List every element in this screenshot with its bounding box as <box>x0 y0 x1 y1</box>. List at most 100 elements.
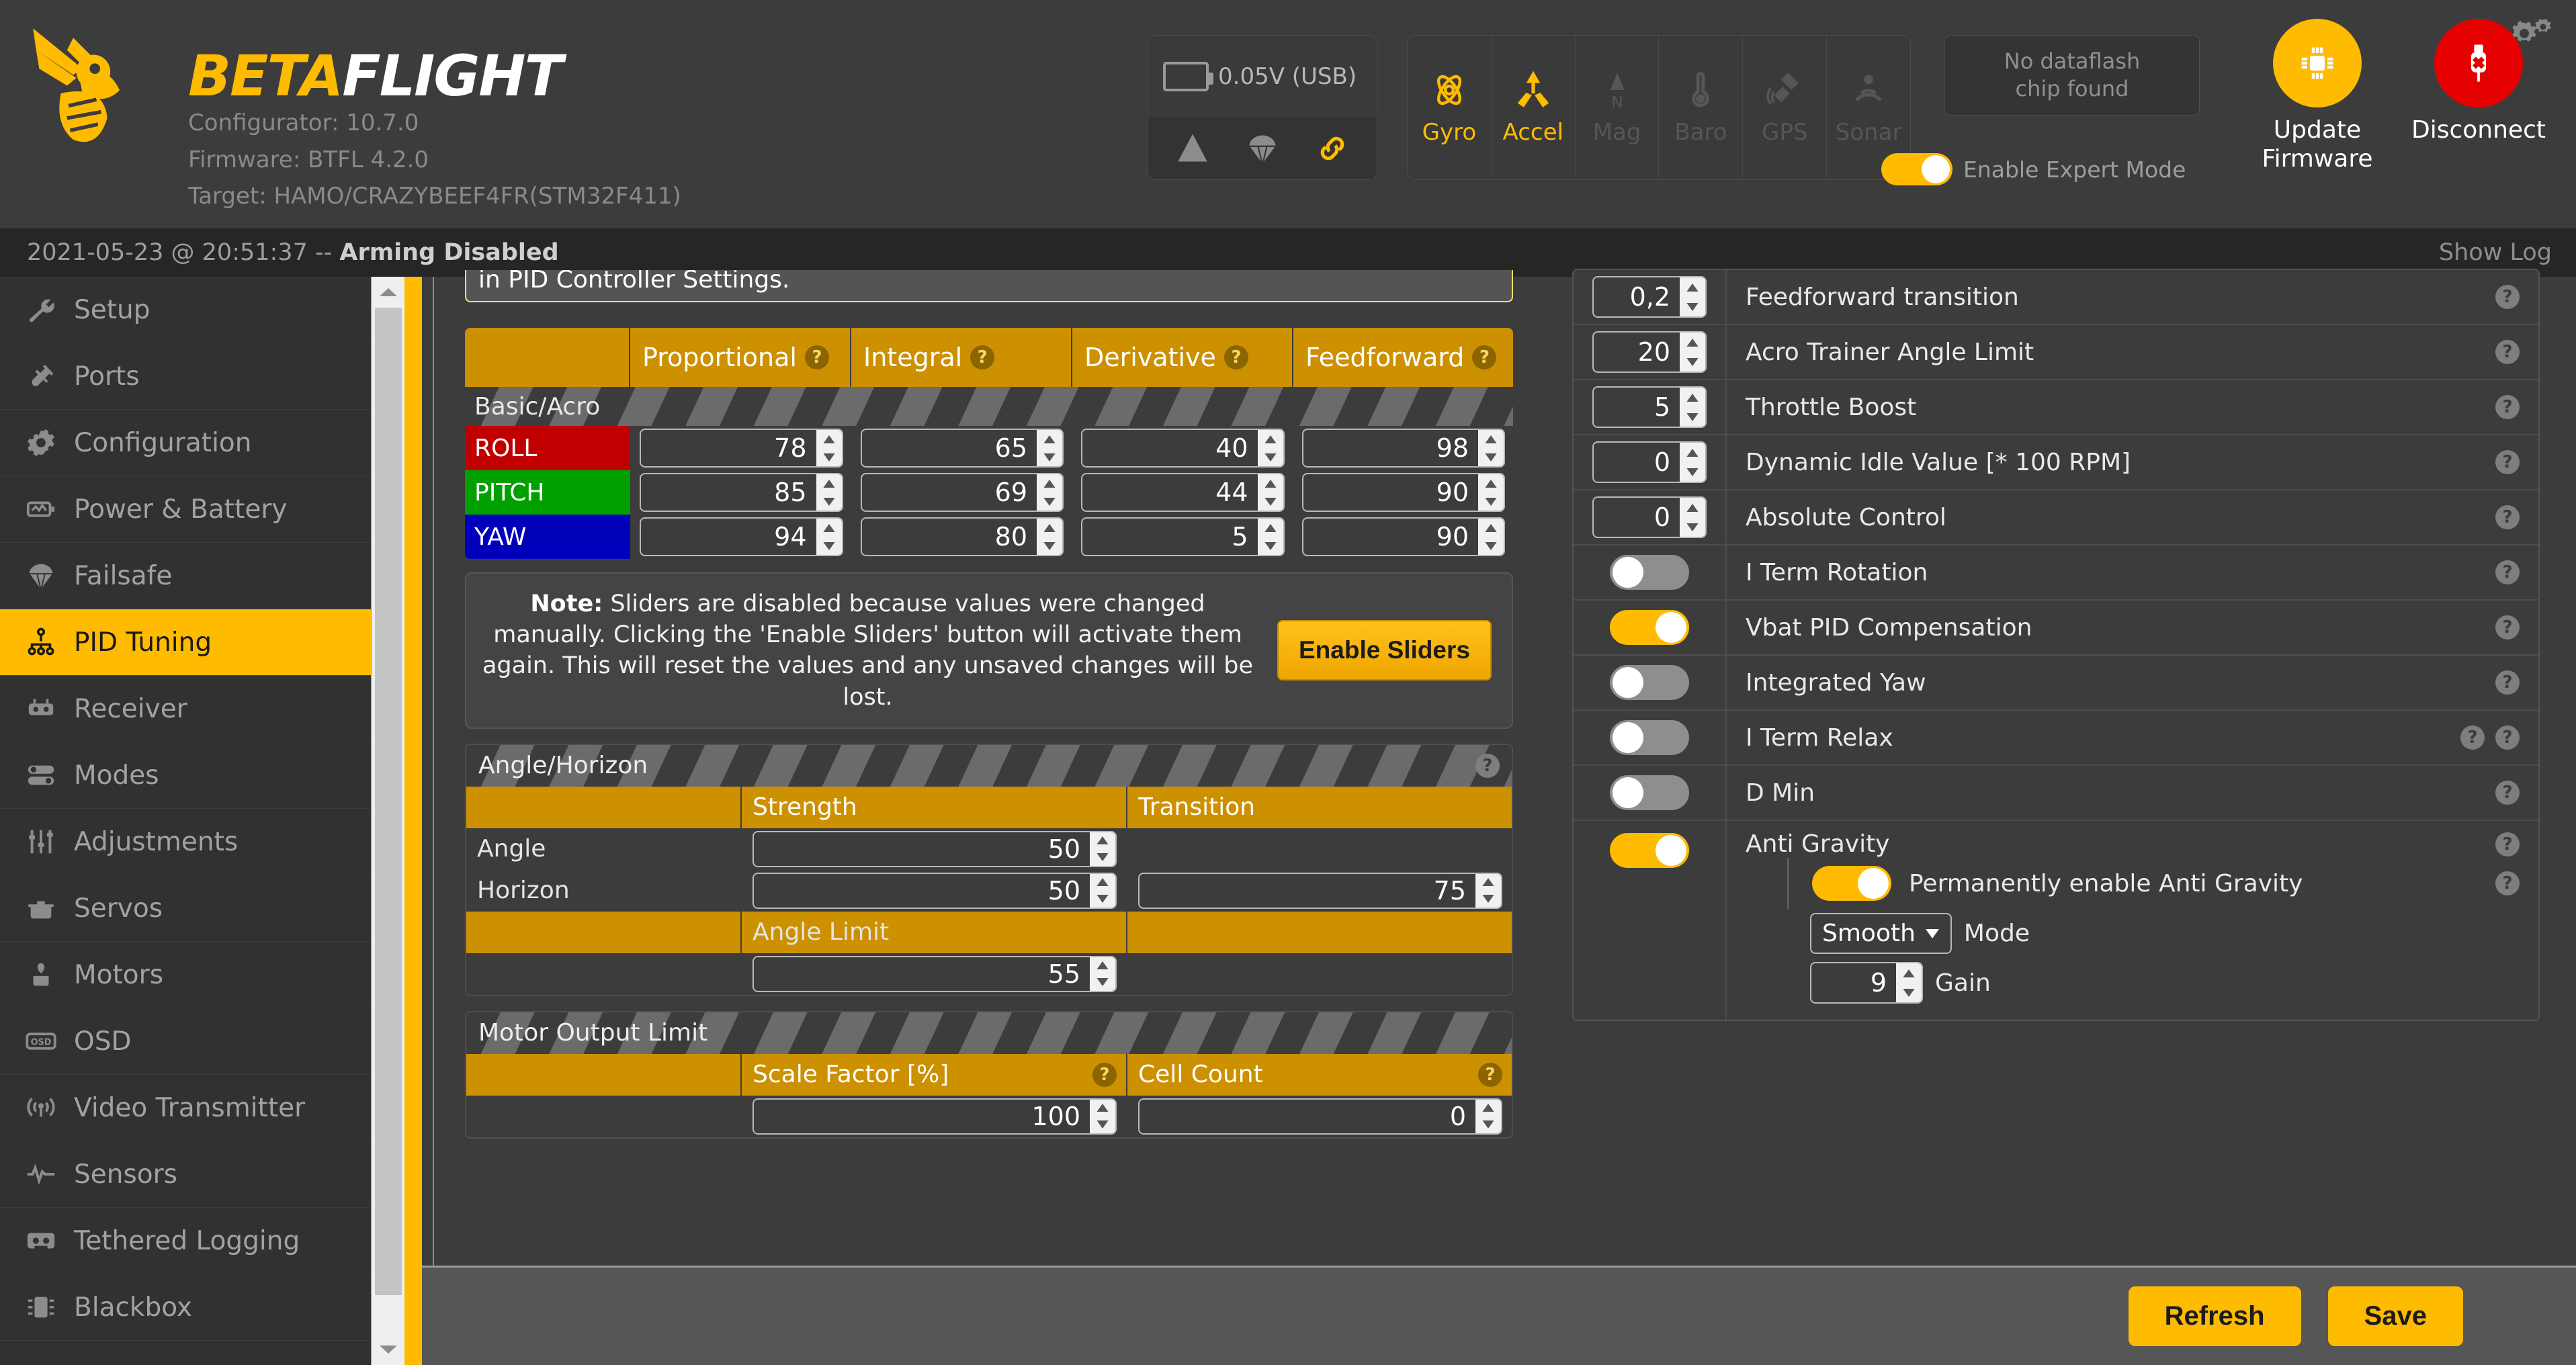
help-icon-vbat-pid-compensation[interactable]: ? <box>2495 615 2520 640</box>
dynamic-idle-value-control[interactable]: 0 <box>1574 435 1727 489</box>
scroll-up-arrow-icon[interactable] <box>372 277 404 308</box>
stepper-up-icon[interactable] <box>816 519 842 537</box>
sidebar-item-receiver[interactable]: Receiver <box>0 676 371 742</box>
update-firmware-button[interactable]: Update Firmware <box>2247 19 2388 173</box>
pid-cell-yaw-ff[interactable]: 90 <box>1293 515 1514 559</box>
stepper-down-icon[interactable] <box>1258 492 1283 511</box>
throttle-boost-control[interactable]: 5 <box>1574 380 1727 434</box>
stepper-up-icon[interactable] <box>1037 519 1062 537</box>
help-icon-scale-factor[interactable]: ? <box>1092 1062 1117 1087</box>
help-icon-feedforward-transition[interactable]: ? <box>2495 285 2520 309</box>
sidebar-item-osd[interactable]: OSD OSD <box>0 1008 371 1075</box>
sidebar-item-tethered-logging[interactable]: Tethered Logging <box>0 1208 371 1274</box>
help-icon-proportional[interactable]: ? <box>804 345 829 369</box>
stepper-up-icon[interactable] <box>1680 333 1705 352</box>
stepper-up-icon[interactable] <box>1258 474 1283 492</box>
scale-factor-cell[interactable]: 100 <box>742 1095 1126 1137</box>
pid-cell-roll-ff[interactable]: 98 <box>1293 426 1514 470</box>
stepper-up-icon[interactable] <box>1090 1100 1115 1116</box>
stepper-up-icon[interactable] <box>1090 874 1115 891</box>
stepper-up-icon[interactable] <box>1475 874 1501 891</box>
help-icon-cell-count[interactable]: ? <box>1478 1062 1502 1087</box>
pid-cell-pitch-ff[interactable]: 90 <box>1293 470 1514 515</box>
stepper-down-icon[interactable] <box>1090 1116 1115 1133</box>
vbat-pid-compensation-control[interactable] <box>1574 601 1727 654</box>
stepper-down-icon[interactable] <box>1680 517 1705 537</box>
stepper-down-icon[interactable] <box>816 492 842 511</box>
content-scroll-track[interactable] <box>422 277 434 1271</box>
anti-gravity-mode-select[interactable]: Smooth <box>1810 913 1952 954</box>
stepper-up-icon[interactable] <box>1478 519 1504 537</box>
stepper-up-icon[interactable] <box>1037 430 1062 448</box>
sidebar-item-ports[interactable]: Ports <box>0 343 371 410</box>
stepper-up-icon[interactable] <box>1090 832 1115 849</box>
horizon-strength-cell[interactable]: 50 <box>742 869 1126 912</box>
pid-cell-yaw-i[interactable]: 80 <box>851 515 1072 559</box>
stepper-down-icon[interactable] <box>1037 537 1062 555</box>
stepper-up-icon[interactable] <box>1478 474 1504 492</box>
help-icon-permanently-enable-anti-gravity[interactable]: ? <box>2495 871 2520 895</box>
pid-cell-roll-p[interactable]: 78 <box>630 426 851 470</box>
sidebar-item-setup[interactable]: Setup <box>0 277 371 343</box>
d-min-toggle[interactable] <box>1610 775 1689 810</box>
sidebar-scrollbar[interactable] <box>371 277 405 1365</box>
stepper-up-icon[interactable] <box>816 474 842 492</box>
i-term-rotation-toggle[interactable] <box>1610 555 1689 590</box>
integrated-yaw-toggle[interactable] <box>1610 665 1689 700</box>
help-icon-integral[interactable]: ? <box>970 345 995 369</box>
refresh-button[interactable]: Refresh <box>2128 1286 2301 1346</box>
help-icon-i-term-relax-b[interactable]: ? <box>2495 725 2520 750</box>
sensor-gps[interactable]: GPS <box>1743 36 1828 179</box>
pid-cell-yaw-p[interactable]: 94 <box>630 515 851 559</box>
sidebar-item-modes[interactable]: Modes <box>0 742 371 809</box>
pid-cell-pitch-p[interactable]: 85 <box>630 470 851 515</box>
stepper-down-icon[interactable] <box>1258 537 1283 555</box>
help-icon-feedforward[interactable]: ? <box>1472 345 1497 369</box>
expert-mode-toggle[interactable] <box>1881 153 1952 185</box>
sensor-accel[interactable]: Accel <box>1492 36 1576 179</box>
permanently-enable-anti-gravity-toggle[interactable] <box>1812 866 1891 901</box>
sidebar-item-failsafe[interactable]: Failsafe <box>0 543 371 609</box>
anti-gravity-toggle[interactable] <box>1610 833 1689 868</box>
sidebar-item-power-battery[interactable]: Power & Battery <box>0 476 371 543</box>
sensor-baro[interactable]: Baro <box>1659 36 1744 179</box>
sidebar-scroll-thumb[interactable] <box>375 308 402 1295</box>
stepper-down-icon[interactable] <box>1478 448 1504 466</box>
stepper-up-icon[interactable] <box>816 430 842 448</box>
pid-cell-pitch-d[interactable]: 44 <box>1072 470 1293 515</box>
stepper-up-icon[interactable] <box>1478 430 1504 448</box>
pid-cell-roll-i[interactable]: 65 <box>851 426 1072 470</box>
sidebar-item-configuration[interactable]: Configuration <box>0 410 371 476</box>
stepper-up-icon[interactable] <box>1258 519 1283 537</box>
stepper-up-icon[interactable] <box>1680 498 1705 517</box>
feedforward-transition-control[interactable]: 0,2 <box>1574 270 1727 324</box>
stepper-down-icon[interactable] <box>1258 448 1283 466</box>
stepper-down-icon[interactable] <box>816 448 842 466</box>
stepper-down-icon[interactable] <box>1680 407 1705 427</box>
sidebar-item-motors[interactable]: Motors <box>0 942 371 1008</box>
d-min-control[interactable] <box>1574 766 1727 820</box>
stepper-down-icon[interactable] <box>1478 537 1504 555</box>
acro-trainer-angle-limit-control[interactable]: 20 <box>1574 325 1727 379</box>
stepper-down-icon[interactable] <box>1680 297 1705 316</box>
i-term-rotation-control[interactable] <box>1574 545 1727 599</box>
vbat-pid-compensation-toggle[interactable] <box>1610 610 1689 645</box>
help-icon-angle-horizon[interactable]: ? <box>1475 753 1500 778</box>
horizon-transition-cell[interactable]: 75 <box>1127 869 1512 912</box>
stepper-up-icon[interactable] <box>1090 957 1115 974</box>
pid-cell-roll-d[interactable]: 40 <box>1072 426 1293 470</box>
i-term-relax-control[interactable] <box>1574 711 1727 764</box>
stepper-up-icon[interactable] <box>1258 430 1283 448</box>
help-icon-d-min[interactable]: ? <box>2495 781 2520 805</box>
help-icon-integrated-yaw[interactable]: ? <box>2495 670 2520 695</box>
stepper-down-icon[interactable] <box>1090 974 1115 991</box>
save-button[interactable]: Save <box>2327 1286 2463 1346</box>
stepper-down-icon[interactable] <box>1037 448 1062 466</box>
settings-gear-icon[interactable] <box>2506 15 2554 56</box>
sidebar-item-video-transmitter[interactable]: Video Transmitter <box>0 1075 371 1141</box>
sidebar-item-adjustments[interactable]: Adjustments <box>0 809 371 875</box>
scroll-down-arrow-icon[interactable] <box>372 1334 405 1365</box>
pid-cell-yaw-d[interactable]: 5 <box>1072 515 1293 559</box>
integrated-yaw-control[interactable] <box>1574 656 1727 709</box>
help-icon-throttle-boost[interactable]: ? <box>2495 395 2520 419</box>
